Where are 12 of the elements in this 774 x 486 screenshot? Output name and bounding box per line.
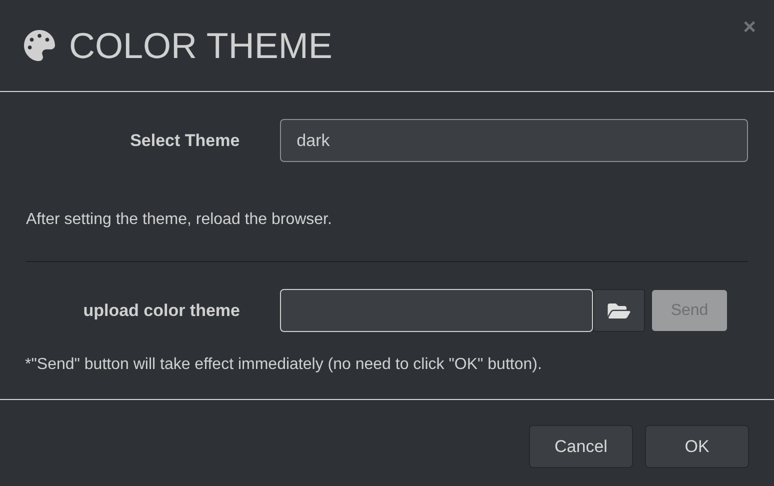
browse-button[interactable] xyxy=(593,289,645,332)
field-label: Select Theme xyxy=(129,130,240,152)
folder-icon xyxy=(607,300,631,320)
palette-icon xyxy=(24,30,55,61)
file-path-field[interactable] xyxy=(280,289,593,332)
field-label: upload color theme xyxy=(82,300,240,322)
theme-select[interactable]: dark xyxy=(280,119,748,162)
dialog-button[interactable]: OK xyxy=(645,425,749,468)
reload-note: After setting the theme, reload the browser. xyxy=(26,210,333,230)
dialog-button[interactable]: Cancel xyxy=(529,425,633,468)
send-note: *"Send" button will take effect immediately (no need to click "OK" button). xyxy=(25,355,543,375)
dialog-title: COLOR THEME xyxy=(69,28,332,64)
